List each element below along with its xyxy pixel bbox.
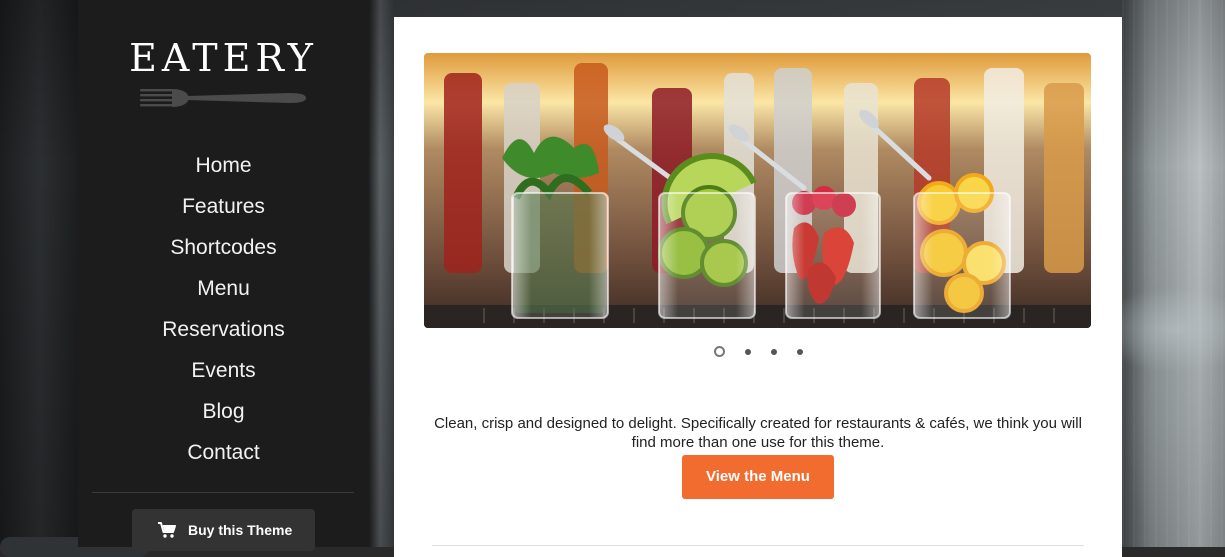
intro-text: Clean, crisp and designed to delight. Sp…	[434, 415, 1082, 451]
site-logo[interactable]: EATERY	[78, 36, 369, 80]
nav-item-reservations[interactable]: Reservations	[78, 311, 369, 352]
fork-icon	[140, 89, 306, 107]
main-nav: Home Features Shortcodes Menu Reservatio…	[78, 147, 369, 475]
slider-dot-2[interactable]	[744, 348, 751, 355]
view-menu-button[interactable]: View the Menu	[682, 455, 834, 499]
sidebar: EATERY Home Features Shortcodes Menu Res…	[78, 0, 369, 551]
sidebar-divider	[92, 492, 354, 493]
slider-dot-4[interactable]	[796, 348, 803, 355]
hero-slider[interactable]	[424, 53, 1091, 328]
nav-item-shortcodes[interactable]: Shortcodes	[78, 229, 369, 270]
buy-theme-label: Buy this Theme	[188, 522, 293, 538]
nav-item-home[interactable]: Home	[78, 147, 369, 188]
content-card: Clean, crisp and designed to delight. Sp…	[394, 17, 1122, 557]
buy-theme-button[interactable]: Buy this Theme	[132, 509, 315, 551]
nav-item-menu[interactable]: Menu	[78, 270, 369, 311]
slider-pagination	[394, 346, 1122, 357]
nav-item-blog[interactable]: Blog	[78, 393, 369, 434]
nav-item-events[interactable]: Events	[78, 352, 369, 393]
nav-item-contact[interactable]: Contact	[78, 434, 369, 475]
background-railing	[1122, 0, 1225, 547]
cart-icon	[158, 522, 176, 538]
content-divider	[432, 545, 1084, 546]
slider-dot-1[interactable]	[713, 346, 725, 357]
slider-dot-3[interactable]	[770, 348, 777, 355]
hero-image	[424, 53, 1091, 328]
nav-item-features[interactable]: Features	[78, 188, 369, 229]
